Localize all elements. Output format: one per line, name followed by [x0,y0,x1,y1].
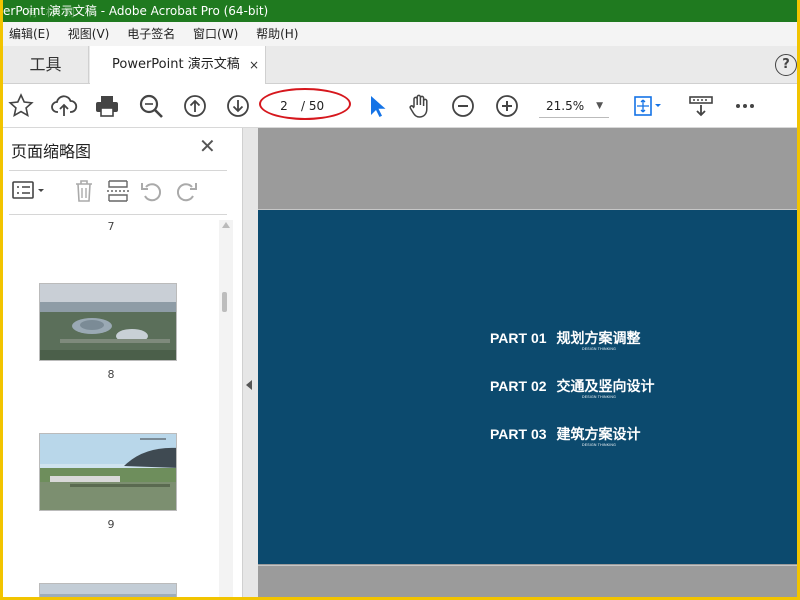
menu-help[interactable]: 帮助(H) [256,22,298,46]
agenda-title: 规划方案调整 [556,330,641,346]
menu-esign[interactable]: 电子签名 [127,22,175,46]
thumbnail-page-10[interactable] [39,583,177,597]
agenda-subtitle: DESIGN THINKING [582,395,617,399]
zoom-dropdown[interactable]: 21.5% ▼ [539,94,609,118]
help-button[interactable]: ? [775,54,797,76]
agenda-item-2: PART 02 交通及竖向设计 DESIGN THINKING [490,376,655,399]
upload-icon[interactable] [50,92,78,120]
chevron-down-icon: ▼ [596,101,603,111]
main-toolbar: 2 / 50 21.5% ▼ [3,84,797,128]
title-bar: erPoint 演示文稿 - Adobe Acrobat Pro (64-bit… [3,0,797,22]
agenda-title: 交通及竖向设计 [556,378,655,394]
panel-toggle-gutter[interactable] [243,128,258,597]
thumbnail-scrollbar[interactable] [219,220,233,597]
agenda-title: 建筑方案设计 [556,426,641,442]
fit-page-icon[interactable] [631,92,665,120]
panel-divider [9,214,227,215]
thumbnail-label-9: 9 [107,518,115,531]
collapse-panel-icon[interactable] [246,380,252,390]
next-page-edge [258,565,797,597]
tab-document[interactable]: PowerPoint 演示文稿 × [90,46,266,85]
scroll-thumb[interactable] [222,292,227,312]
panel-close-button[interactable]: ✕ [199,134,216,158]
zoom-value: 21.5% [546,99,585,113]
select-pointer-icon[interactable] [363,92,391,120]
scroll-mode-icon[interactable] [687,92,715,120]
zoom-out-icon[interactable] [449,92,477,120]
zoom-search-icon[interactable] [137,92,165,120]
page-up-icon[interactable] [181,92,209,120]
tab-close-button[interactable]: × [249,46,259,84]
hand-icon[interactable] [405,92,433,120]
slide-page: PART 01 规划方案调整 DESIGN THINKING PART 02 交通及… [258,209,797,564]
rotate-left-icon[interactable] [139,178,167,206]
thumbnail-options-icon[interactable] [11,178,49,206]
menu-bar: 编辑(E) 视图(V) 电子签名 窗口(W) 帮助(H) [3,22,797,46]
agenda-part: PART 03 [490,426,547,442]
watermark: 有 林 网 [27,6,77,19]
scroll-up-icon[interactable] [222,222,230,228]
page-down-icon[interactable] [224,92,252,120]
menu-edit[interactable]: 编辑(E) [9,22,50,46]
print-icon[interactable] [93,92,121,120]
agenda-part: PART 01 [490,330,547,346]
tab-tools[interactable]: 工具 [3,46,89,84]
more-icon[interactable] [731,92,759,120]
delete-page-icon[interactable] [71,178,99,206]
thumbnail-label-8: 8 [107,368,115,381]
star-icon[interactable] [7,92,35,120]
tab-document-label: PowerPoint 演示文稿 [112,57,240,72]
agenda-subtitle: DESIGN THINKING [582,443,617,447]
thumbnail-page-8[interactable] [39,283,177,361]
rotate-right-icon[interactable] [173,178,201,206]
document-viewer: PART 01 规划方案调整 DESIGN THINKING PART 02 交通及… [258,128,797,597]
thumbnail-label-7: 7 [107,220,115,233]
app-window: erPoint 演示文稿 - Adobe Acrobat Pro (64-bit… [3,0,797,597]
thumbnail-list: 7 8 9 [3,216,227,597]
panel-title: 页面缩略图 [11,142,92,161]
tab-bar: 工具 PowerPoint 演示文稿 × ? [3,46,797,85]
zoom-in-icon[interactable] [493,92,521,120]
agenda-subtitle: DESIGN THINKING [582,347,617,351]
menu-window[interactable]: 窗口(W) [193,22,238,46]
panel-divider [9,170,227,171]
extract-page-icon[interactable] [105,178,133,206]
agenda-item-3: PART 03 建筑方案设计 DESIGN THINKING [490,424,641,447]
page-thumbnails-panel: 页面缩略图 ✕ 7 8 9 [3,128,243,597]
agenda-part: PART 02 [490,378,547,394]
highlight-circle [259,88,351,120]
thumbnail-page-9[interactable] [39,433,177,511]
menu-view[interactable]: 视图(V) [68,22,110,46]
agenda-item-1: PART 01 规划方案调整 DESIGN THINKING [490,328,641,351]
